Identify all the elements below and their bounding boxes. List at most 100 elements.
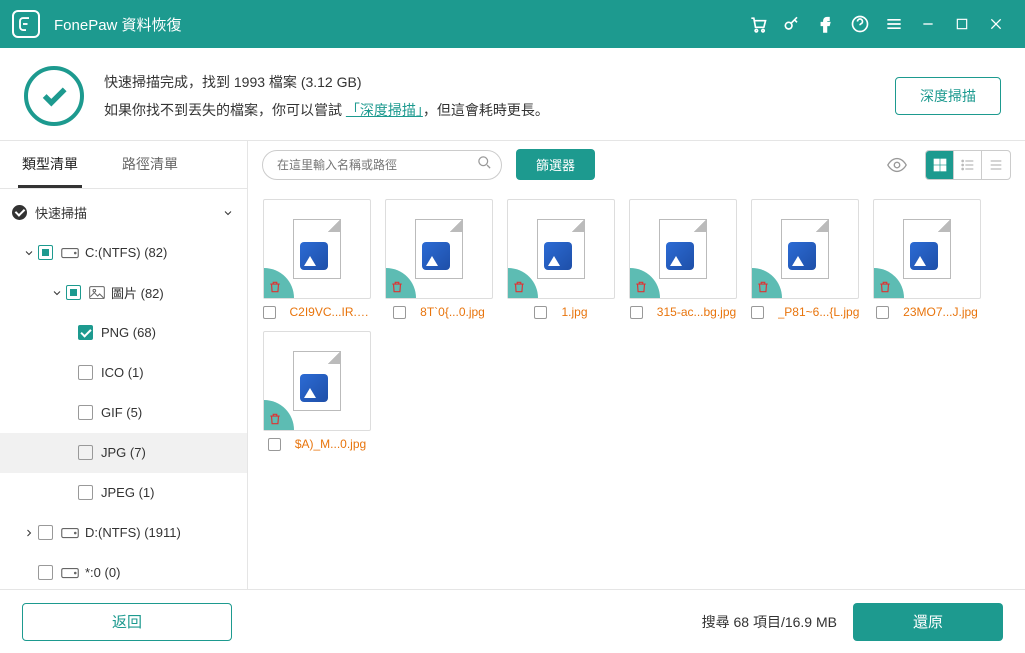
facebook-icon[interactable] [809, 7, 843, 41]
file-thumbnail[interactable] [263, 331, 371, 431]
file-grid: C2I9VC...IR.jpg 8T`0{...0.jpg 1.jpg 315-… [248, 189, 1025, 589]
chevron-down-icon[interactable] [48, 287, 66, 299]
status-line1: 快速掃描完成，找到 1993 檔案 (3.12 GB) [104, 68, 875, 96]
tree-label: *:0 (0) [85, 565, 237, 580]
tab-path-list[interactable]: 路徑清單 [100, 141, 200, 188]
grid-view-icon[interactable] [926, 151, 954, 179]
tree-label: 快速掃描 [35, 203, 219, 222]
app-logo [12, 10, 40, 38]
drive-icon [61, 566, 79, 580]
file-thumbnail[interactable] [629, 199, 737, 299]
status-line2a: 如果你找不到丟失的檔案，你可以嘗試 [104, 102, 346, 118]
trash-icon [386, 268, 416, 298]
footer: 返回 搜尋 68 項目/16.9 MB 還原 [0, 589, 1025, 653]
filter-button[interactable]: 篩選器 [516, 149, 595, 180]
tab-type-list[interactable]: 類型清單 [0, 141, 100, 188]
checkbox[interactable] [393, 306, 406, 319]
tree-quick-scan[interactable]: 快速掃描 [0, 193, 247, 233]
search-input[interactable] [262, 150, 502, 180]
file-name: 315-ac...bg.jpg [657, 305, 736, 319]
file-tile[interactable]: 315-ac...bg.jpg [628, 199, 738, 319]
tree-label: GIF (5) [101, 405, 237, 420]
eye-icon[interactable] [883, 151, 911, 179]
minimize-icon[interactable] [911, 7, 945, 41]
tree-star[interactable]: *:0 (0) [0, 553, 247, 589]
sidebar: 類型清單 路徑清單 快速掃描 C:(NTFS) (82) 圖片 (82) [0, 141, 248, 589]
chevron-down-icon[interactable] [219, 207, 237, 219]
help-icon[interactable] [843, 7, 877, 41]
success-check-icon [24, 66, 84, 126]
file-name: 1.jpg [561, 305, 587, 319]
search-box [262, 150, 502, 180]
chevron-right-icon[interactable] [20, 527, 38, 539]
maximize-icon[interactable] [945, 7, 979, 41]
menu-icon[interactable] [877, 7, 911, 41]
file-tile[interactable]: 1.jpg [506, 199, 616, 319]
checkbox[interactable] [38, 565, 53, 580]
file-name: 23MO7...J.jpg [903, 305, 978, 319]
search-icon[interactable] [477, 155, 492, 175]
view-mode-group [925, 150, 1011, 180]
toolbar: 篩選器 [248, 141, 1025, 189]
checkbox[interactable] [268, 438, 281, 451]
tree-drive-d[interactable]: D:(NTFS) (1911) [0, 513, 247, 553]
tree-png[interactable]: PNG (68) [0, 313, 247, 353]
checkbox[interactable] [78, 365, 93, 380]
file-name: _P81~6...{L.jpg [778, 305, 860, 319]
list-view-icon[interactable] [954, 151, 982, 179]
trash-icon [508, 268, 538, 298]
drive-icon [61, 246, 79, 260]
tree-jpg[interactable]: JPG (7) [0, 433, 247, 473]
checkbox[interactable] [66, 285, 81, 300]
deep-scan-link[interactable]: 「深度掃描」 [346, 102, 423, 118]
checkbox[interactable] [38, 245, 53, 260]
checkbox[interactable] [630, 306, 643, 319]
checkbox[interactable] [78, 325, 93, 340]
tree-label: PNG (68) [101, 325, 237, 340]
deep-scan-button[interactable]: 深度掃描 [895, 77, 1001, 115]
trash-icon [264, 268, 294, 298]
tree-ico[interactable]: ICO (1) [0, 353, 247, 393]
file-thumbnail[interactable] [263, 199, 371, 299]
checkbox[interactable] [263, 306, 276, 319]
trash-icon [874, 268, 904, 298]
checkbox[interactable] [78, 445, 93, 460]
chevron-down-icon[interactable] [20, 247, 38, 259]
checkbox[interactable] [38, 525, 53, 540]
checkbox[interactable] [751, 306, 764, 319]
key-icon[interactable] [775, 7, 809, 41]
status-line2b: ，但這會耗時更長。 [423, 102, 549, 118]
checkbox[interactable] [78, 485, 93, 500]
file-tile[interactable]: C2I9VC...IR.jpg [262, 199, 372, 319]
close-icon[interactable] [979, 7, 1013, 41]
file-tile[interactable]: _P81~6...{L.jpg [750, 199, 860, 319]
file-tile[interactable]: 23MO7...J.jpg [872, 199, 982, 319]
file-name: $A)_M...0.jpg [295, 437, 366, 451]
file-thumbnail[interactable] [385, 199, 493, 299]
detail-view-icon[interactable] [982, 151, 1010, 179]
footer-stat: 搜尋 68 項目/16.9 MB [702, 612, 837, 632]
back-button[interactable]: 返回 [22, 603, 232, 641]
app-title: FonePaw 資料恢復 [54, 14, 182, 35]
tree-label: JPG (7) [101, 445, 237, 460]
checkbox[interactable] [534, 306, 547, 319]
restore-button[interactable]: 還原 [853, 603, 1003, 641]
tree-label: JPEG (1) [101, 485, 237, 500]
drive-icon [61, 526, 79, 540]
file-tile[interactable]: $A)_M...0.jpg [262, 331, 372, 451]
tree-jpeg[interactable]: JPEG (1) [0, 473, 247, 513]
checkbox[interactable] [78, 405, 93, 420]
tree-images[interactable]: 圖片 (82) [0, 273, 247, 313]
file-thumbnail[interactable] [873, 199, 981, 299]
file-name: 8T`0{...0.jpg [420, 305, 485, 319]
file-thumbnail[interactable] [751, 199, 859, 299]
checkbox[interactable] [876, 306, 889, 319]
image-icon [89, 286, 105, 300]
file-thumbnail[interactable] [507, 199, 615, 299]
tree-drive-c[interactable]: C:(NTFS) (82) [0, 233, 247, 273]
cart-icon[interactable] [741, 7, 775, 41]
status-text: 快速掃描完成，找到 1993 檔案 (3.12 GB) 如果你找不到丟失的檔案，… [104, 68, 875, 124]
trash-icon [752, 268, 782, 298]
tree-gif[interactable]: GIF (5) [0, 393, 247, 433]
file-tile[interactable]: 8T`0{...0.jpg [384, 199, 494, 319]
